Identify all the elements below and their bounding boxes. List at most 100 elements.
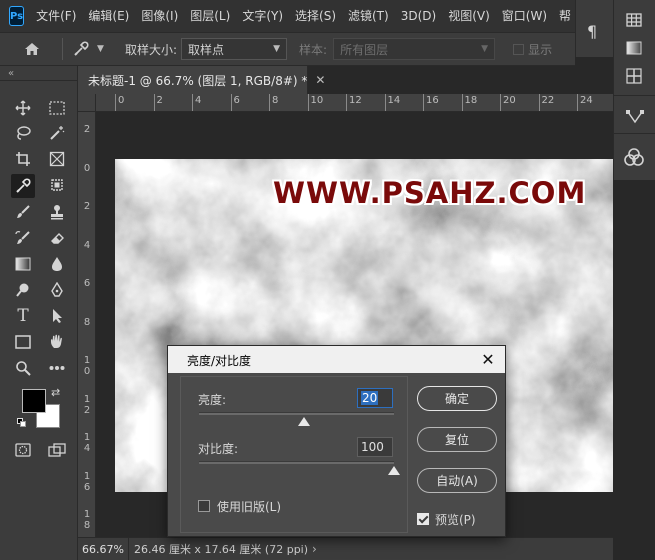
dodge-tool-icon[interactable] [12, 279, 34, 301]
vertical-ruler[interactable]: 2 0 2 4 6 8 10 12 14 16 18 [78, 112, 96, 537]
magic-wand-tool-icon[interactable] [46, 122, 68, 144]
menu-type[interactable]: 文字(Y) [236, 0, 289, 32]
zoom-tool-icon[interactable] [12, 357, 34, 379]
ruler-tick-label: 0 [83, 162, 91, 174]
menu-file[interactable]: 文件(F) [30, 0, 82, 32]
contrast-slider-track[interactable] [199, 461, 394, 464]
sample-label: 样本: [299, 42, 328, 57]
options-bar: ▼ 取样大小: 取样点 ▼ 样本: 所有图层 ▼ 显示 [0, 32, 575, 66]
reset-button[interactable]: 复位 [417, 427, 497, 452]
brightness-label: 亮度: [198, 393, 227, 407]
menu-image[interactable]: 图像(I) [135, 0, 184, 32]
chevron-down-icon: ▼ [273, 44, 281, 54]
ruler-tick-label: 14 [83, 432, 91, 454]
collapse-panel-icon[interactable]: « [8, 68, 14, 79]
ruler-tick-label: 4 [192, 94, 201, 111]
history-brush-tool-icon[interactable] [12, 227, 34, 249]
crop-tool-icon[interactable] [12, 148, 34, 170]
ruler-tick-label: 14 [384, 94, 400, 111]
tool-preset-picker[interactable]: ▼ [73, 38, 113, 60]
menu-window[interactable]: 窗口(W) [496, 0, 553, 32]
ruler-tick-label: 8 [269, 94, 278, 111]
lasso-tool-icon[interactable] [12, 122, 34, 144]
ruler-tick-label: 16 [423, 94, 439, 111]
document-info: 26.46 厘米 x 17.64 厘米 (72 ppi) [133, 543, 309, 556]
ruler-tick-label: 6 [83, 278, 91, 289]
close-icon[interactable]: ✕ [315, 73, 325, 87]
paragraph-icon[interactable]: ¶ [587, 22, 597, 41]
patterns-icon[interactable] [626, 68, 642, 84]
brightness-slider-thumb[interactable] [298, 417, 311, 426]
sample-select[interactable]: 所有图层 ▼ [333, 38, 496, 60]
spot-healing-tool-icon[interactable] [46, 174, 68, 196]
path-selection-tool-icon[interactable] [46, 305, 68, 327]
ruler-origin[interactable] [78, 94, 96, 112]
marquee-tool-icon[interactable] [46, 97, 68, 119]
ruler-tick-label: 0 [115, 94, 124, 111]
tools-panel: « T ⇄ [0, 66, 78, 560]
swatches-icon[interactable] [626, 12, 642, 28]
right-collapsed-panel: ¶ [575, 0, 613, 57]
preview-checkbox[interactable] [417, 513, 429, 525]
paths-icon[interactable] [626, 108, 644, 124]
dialog-title: 亮度/对比度 [187, 354, 252, 368]
pen-tool-icon[interactable] [46, 279, 68, 301]
move-tool-icon[interactable] [12, 97, 34, 119]
contrast-label: 对比度: [198, 442, 239, 456]
brush-tool-icon[interactable] [12, 201, 34, 223]
menu-view[interactable]: 视图(V) [442, 0, 496, 32]
auto-button[interactable]: 自动(A) [417, 468, 497, 493]
use-legacy-checkbox[interactable] [198, 500, 210, 512]
contrast-input[interactable]: 100 [357, 437, 393, 457]
eyedropper-tool-icon[interactable] [11, 174, 35, 198]
ruler-tick-label: 18 [461, 94, 477, 111]
channels-icon[interactable] [624, 148, 644, 166]
chevron-down-icon: ▼ [481, 44, 489, 54]
clone-stamp-tool-icon[interactable] [46, 201, 68, 223]
status-menu-arrow-icon[interactable]: › [312, 542, 317, 556]
menu-help[interactable]: 帮 [553, 0, 577, 32]
gradient-icon[interactable] [626, 40, 642, 56]
foreground-color-swatch[interactable] [22, 389, 46, 413]
close-icon[interactable]: ✕ [477, 348, 499, 370]
home-button[interactable] [18, 38, 46, 60]
ok-button[interactable]: 确定 [417, 386, 497, 411]
hand-tool-icon[interactable] [46, 331, 68, 353]
menu-layer[interactable]: 图层(L) [184, 0, 236, 32]
quick-mask-icon[interactable] [12, 439, 34, 461]
ruler-tick-label: 10 [307, 94, 323, 111]
brightness-input[interactable]: 20 [357, 388, 393, 408]
gradient-tool-icon[interactable] [12, 253, 34, 275]
swap-colors-icon[interactable]: ⇄ [51, 386, 60, 399]
menu-select[interactable]: 选择(S) [289, 0, 342, 32]
show-ring-checkbox[interactable] [513, 43, 525, 55]
ruler-tick-label: 16 [83, 470, 91, 493]
sample-size-select[interactable]: 取样点 ▼ [181, 38, 288, 60]
ruler-tick-label: 2 [83, 201, 91, 212]
zoom-level-field[interactable]: 66.67% [78, 537, 129, 560]
eyedropper-icon [74, 41, 89, 56]
document-tab-bar: 未标题-1 @ 66.7% (图层 1, RGB/8#) * ✕ [78, 66, 613, 94]
eraser-tool-icon[interactable] [46, 227, 68, 249]
type-tool-icon[interactable]: T [12, 305, 34, 327]
ruler-tick-label: 22 [538, 94, 554, 111]
contrast-slider-thumb[interactable] [388, 466, 400, 475]
ruler-tick-label: 2 [153, 94, 163, 111]
blur-tool-icon[interactable] [46, 253, 68, 275]
document-tab[interactable]: 未标题-1 @ 66.7% (图层 1, RGB/8#) * ✕ [78, 66, 325, 94]
menu-edit[interactable]: 编辑(E) [82, 0, 135, 32]
frame-tool-icon[interactable] [46, 148, 68, 170]
screen-mode-icon[interactable] [46, 439, 68, 461]
menu-3d[interactable]: 3D(D) [395, 0, 442, 32]
brightness-slider-track[interactable] [199, 412, 394, 415]
options-separator [62, 38, 63, 60]
sample-size-value: 取样点 [188, 42, 225, 57]
rectangle-tool-icon[interactable] [12, 331, 34, 353]
ruler-tick-label: 6 [230, 94, 240, 111]
default-colors-icon[interactable] [17, 418, 27, 428]
more-tools-icon[interactable] [46, 357, 68, 379]
use-legacy-label: 使用旧版(L) [217, 500, 282, 514]
horizontal-ruler[interactable]: 02468101214161820222426 [96, 94, 613, 112]
menu-filter[interactable]: 滤镜(T) [342, 0, 395, 32]
dialog-titlebar[interactable]: 亮度/对比度 ✕ [168, 346, 505, 373]
